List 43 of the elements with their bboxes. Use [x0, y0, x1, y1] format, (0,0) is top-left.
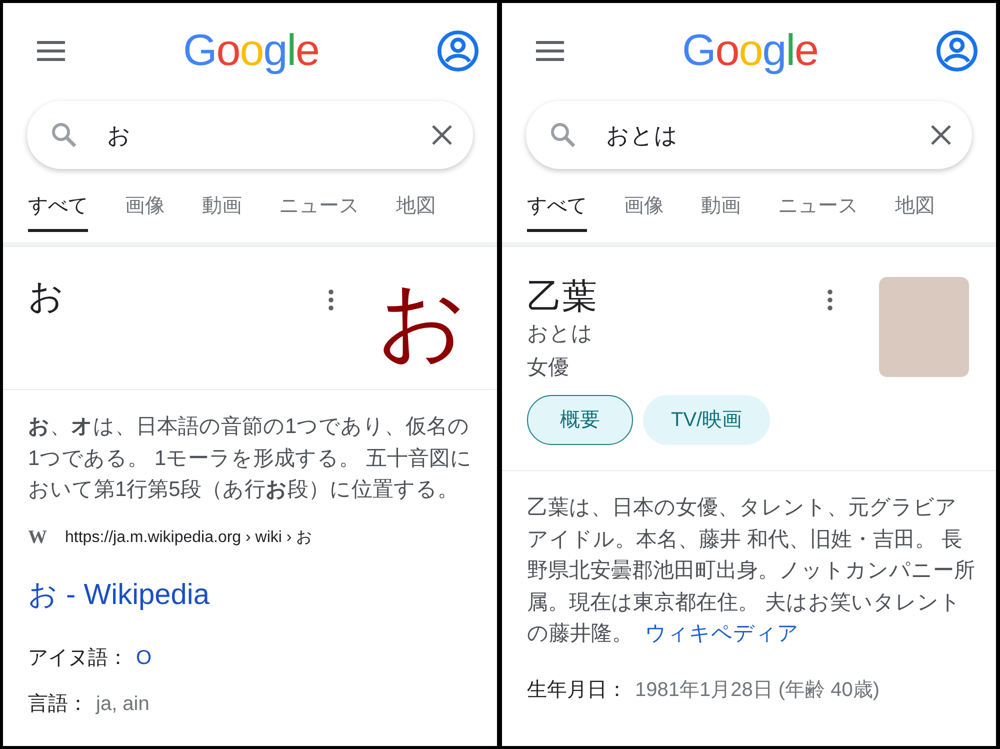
more-options-icon[interactable]: [328, 289, 334, 311]
fact-label: 生年月日：: [527, 678, 627, 702]
more-options-icon[interactable]: [827, 289, 833, 311]
fact-value: 1981年1月28日 (年齢 40歳): [635, 678, 880, 702]
google-logo[interactable]: Google: [183, 28, 319, 72]
menu-icon[interactable]: [536, 40, 564, 62]
tab[interactable]: 動画: [701, 191, 741, 232]
search-icon: [51, 122, 77, 148]
fact-label: アイヌ語：: [28, 646, 128, 671]
menu-icon[interactable]: [37, 40, 65, 62]
clear-icon[interactable]: [431, 124, 453, 146]
chip[interactable]: 概要: [527, 395, 633, 445]
subtitle: 女優: [527, 355, 570, 381]
tab[interactable]: 動画: [202, 191, 242, 232]
subtitle: おとは: [527, 321, 594, 347]
tab[interactable]: 地図: [396, 191, 436, 232]
tab[interactable]: すべて: [527, 191, 587, 232]
search-field[interactable]: おとは: [526, 101, 972, 169]
chip[interactable]: TV/映画: [643, 395, 770, 445]
tab[interactable]: ニュース: [778, 191, 858, 232]
card-title: 乙葉: [527, 277, 598, 317]
tab[interactable]: 画像: [125, 191, 165, 232]
clear-icon[interactable]: [930, 124, 952, 146]
fact-value: ja, ain: [96, 692, 150, 717]
source-url[interactable]: https://ja.m.wikipedia.org › wiki › お: [65, 526, 312, 550]
tab[interactable]: ニュース: [279, 191, 359, 232]
account-icon[interactable]: [936, 30, 978, 72]
google-logo[interactable]: Google: [682, 28, 818, 72]
search-icon: [550, 122, 576, 148]
stroke-order-image: お: [380, 277, 464, 369]
tab[interactable]: すべて: [28, 191, 88, 232]
tab[interactable]: 画像: [624, 191, 664, 232]
fact-label: 言語：: [28, 692, 88, 717]
wikipedia-icon: W: [28, 528, 47, 547]
search-field[interactable]: お: [27, 101, 473, 169]
account-icon[interactable]: [436, 30, 479, 72]
card-title: お: [28, 277, 65, 317]
fact-link[interactable]: O: [136, 643, 152, 673]
description: お、オは、日本語の音節の1つであり、仮名の1つである。 1モーラを形成する。 五十音図において第1行第5段（あ行お段）に位置する。: [28, 414, 474, 503]
description: 乙葉は、日本の女優、タレント、元グラビアアイドル。本名、藤井 和代、旧姓・吉田。 長野県北安曇郡池田町出身。ノットカンパニー所属。現在は東京都在住。 夫はお笑いタレントの藤井隆。 ウィキペディア: [527, 495, 975, 647]
tab[interactable]: 地図: [895, 191, 935, 232]
result-title-link[interactable]: お - Wikipedia: [28, 574, 210, 617]
wikipedia-link[interactable]: ウィキペディア: [644, 622, 799, 645]
